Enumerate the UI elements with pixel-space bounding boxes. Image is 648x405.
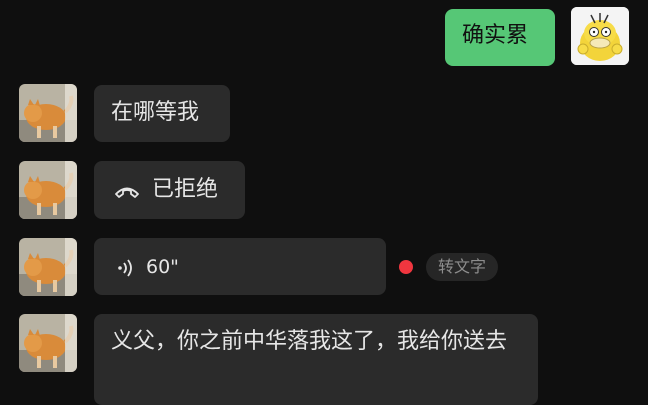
message-text: 义父，你之前中华落我这了，我给你送去 [111, 329, 508, 354]
contact-avatar[interactable] [19, 84, 77, 142]
contact-avatar[interactable] [19, 314, 77, 372]
convert-to-text-button[interactable]: 转文字 [426, 253, 499, 281]
voice-message-bubble[interactable]: 60" [94, 238, 386, 295]
voice-duration: 60" [146, 255, 179, 278]
voice-waves-icon [116, 257, 136, 277]
message-bubble-self[interactable]: 确实累 [445, 9, 555, 66]
contact-avatar[interactable] [19, 238, 77, 296]
message-bubble-contact[interactable]: 义父，你之前中华落我这了，我给你送去 [94, 314, 538, 405]
message-text: 确实累 [462, 23, 529, 48]
unread-dot [399, 260, 413, 274]
self-avatar[interactable] [571, 7, 629, 65]
contact-avatar[interactable] [19, 161, 77, 219]
call-status-text: 已拒绝 [152, 177, 219, 202]
message-text: 在哪等我 [111, 100, 200, 125]
chat-window: 确实累 在哪等我 已拒绝 60" 转文字 义父，你之前中华落我这了，我给你送去 [0, 0, 648, 405]
call-declined-bubble[interactable]: 已拒绝 [94, 161, 245, 219]
message-bubble-contact[interactable]: 在哪等我 [94, 85, 230, 142]
phone-hangup-icon [114, 180, 140, 200]
